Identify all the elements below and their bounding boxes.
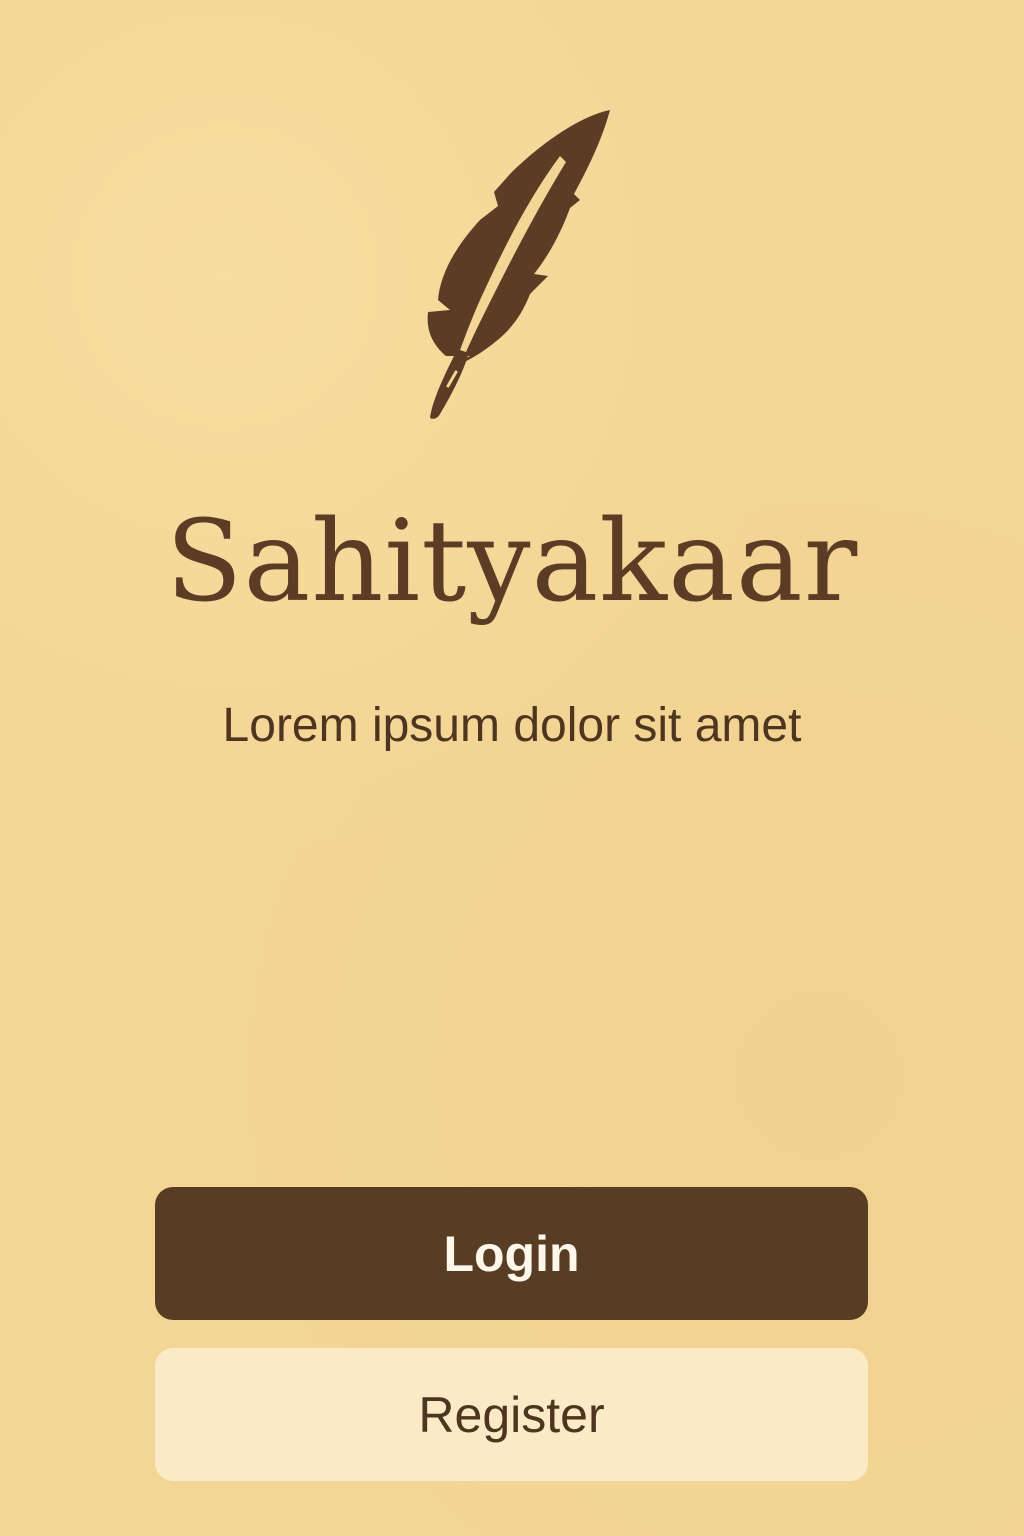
app-tagline: Lorem ipsum dolor sit amet (222, 699, 802, 752)
welcome-screen: Sahityakaar Lorem ipsum dolor sit amet L… (0, 0, 1024, 1536)
login-button[interactable]: Login (155, 1187, 868, 1320)
quill-feather-icon (410, 104, 620, 424)
app-title: Sahityakaar (165, 497, 859, 627)
login-button-label: Login (443, 1225, 580, 1282)
register-button-label: Register (418, 1386, 605, 1443)
register-button[interactable]: Register (155, 1348, 868, 1481)
